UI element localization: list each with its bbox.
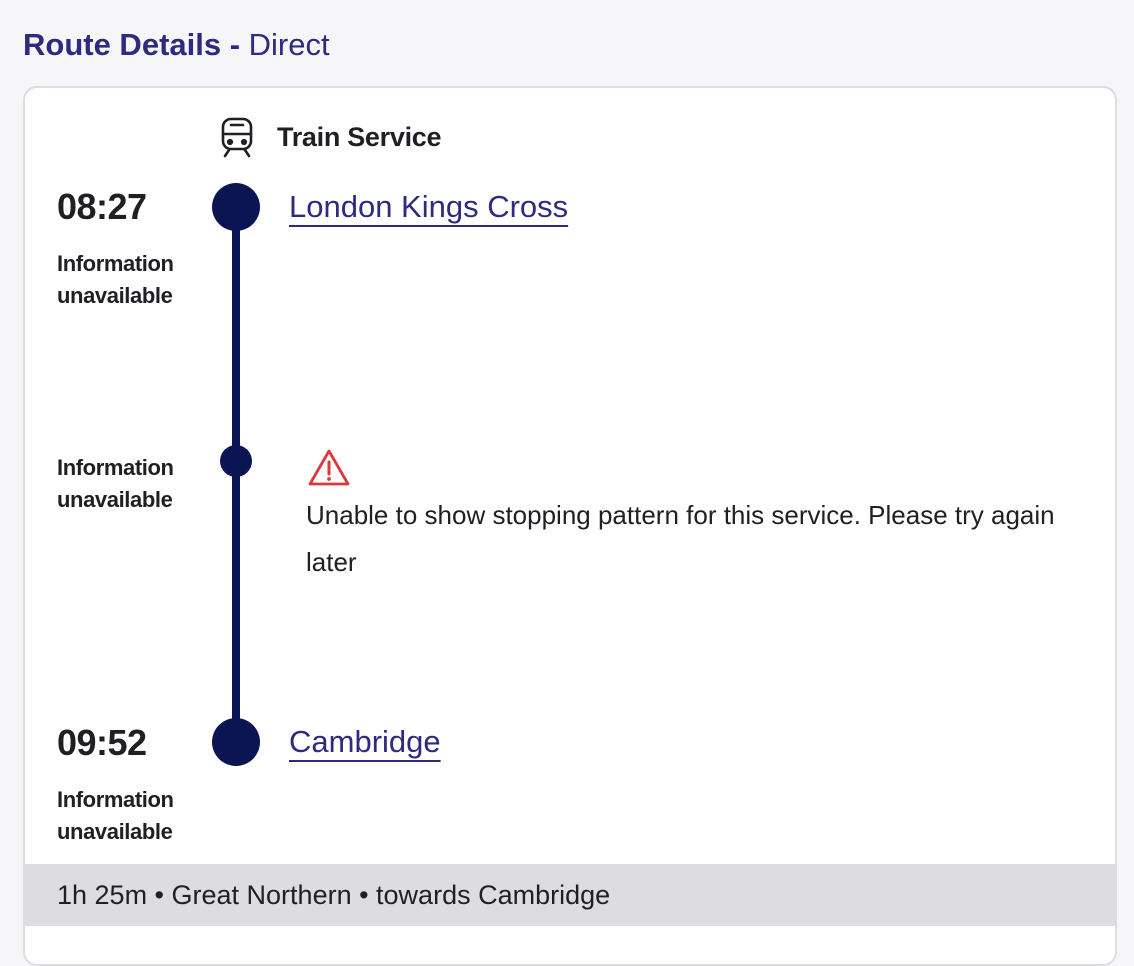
destination-station-link[interactable]: Cambridge <box>289 722 441 762</box>
arrival-time: 09:52 <box>57 722 147 763</box>
service-label: Train Service <box>277 121 442 152</box>
stopping-pattern-warning: Unable to show stopping pattern for this… <box>306 500 1055 577</box>
intermediate-info: Information unavailable <box>57 455 174 512</box>
route-card: Train Service 08:27 Information unavaila… <box>23 86 1117 966</box>
origin-station-link[interactable]: London Kings Cross <box>289 187 568 227</box>
train-icon <box>221 117 253 158</box>
origin-stop-marker <box>212 183 260 231</box>
arrival-info: Information unavailable <box>57 787 174 844</box>
departure-info: Information unavailable <box>57 251 174 308</box>
warning-triangle-icon <box>308 449 350 486</box>
journey-summary-bar: 1h 25m • Great Northern • towards Cambri… <box>25 864 1115 926</box>
page-title-route-type: Direct <box>248 27 330 62</box>
intermediate-stop-marker <box>220 445 252 477</box>
journey-summary-text: 1h 25m • Great Northern • towards Cambri… <box>57 880 611 910</box>
destination-stop-marker <box>212 718 260 766</box>
service-header: Train Service <box>219 116 442 158</box>
page-title-main: Route Details - <box>23 27 241 62</box>
departure-time: 08:27 <box>57 186 147 227</box>
page-title: Route Details - Direct <box>23 24 330 66</box>
card-bottom <box>25 926 1115 964</box>
